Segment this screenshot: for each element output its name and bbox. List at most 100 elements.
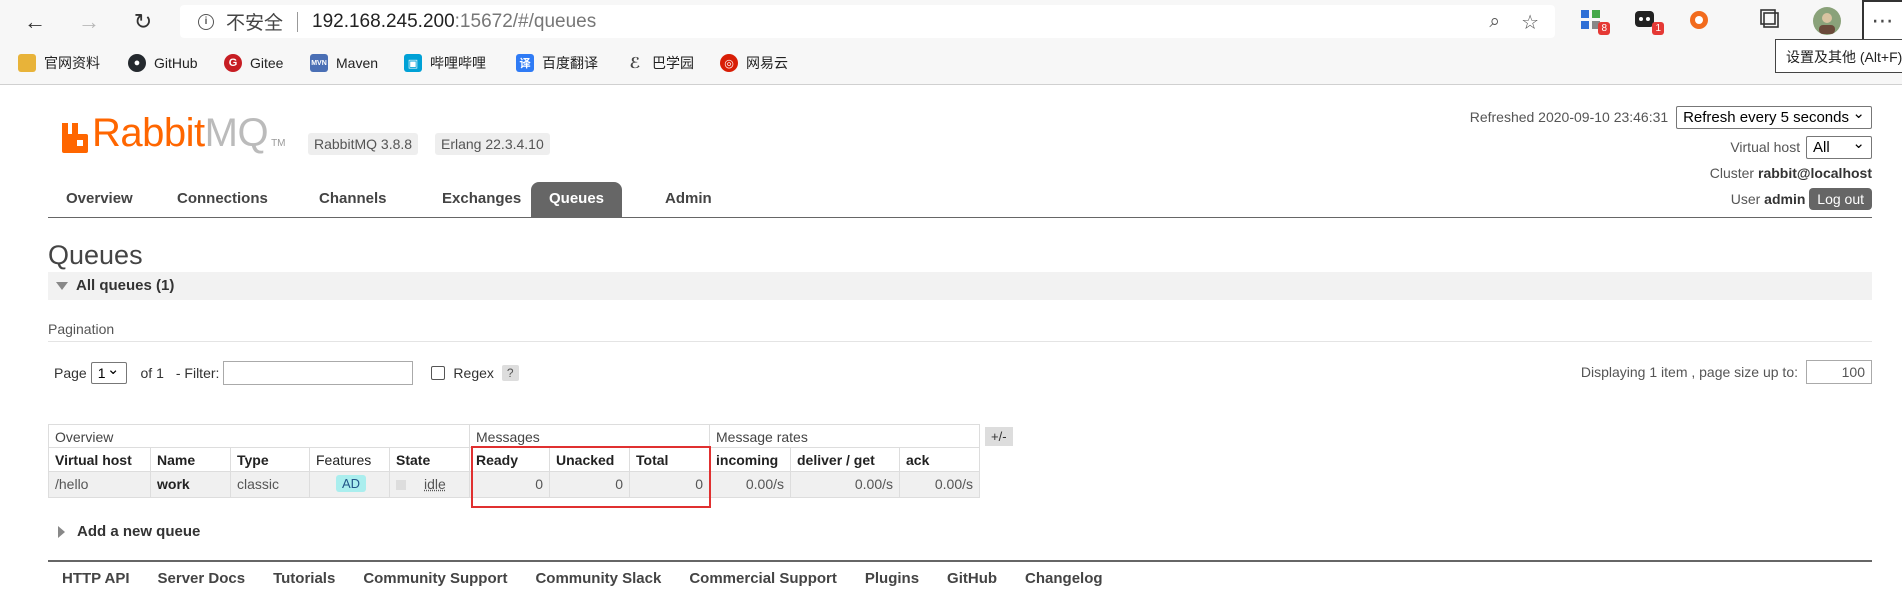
url-text[interactable]: 192.168.245.200:15672/#/queues	[312, 11, 596, 33]
translate-icon: 译	[516, 54, 534, 72]
tab-channels[interactable]: Channels	[301, 182, 405, 217]
col-total[interactable]: Total	[630, 448, 710, 472]
footer-plugins[interactable]: Plugins	[865, 570, 919, 587]
cell-ready: 0	[470, 472, 550, 498]
col-type[interactable]: Type	[231, 448, 310, 472]
folder-icon	[18, 54, 36, 72]
cluster-label: Cluster	[1709, 165, 1755, 181]
footer-http-api[interactable]: HTTP API	[62, 570, 130, 587]
tab-admin[interactable]: Admin	[647, 182, 730, 217]
bookmark-item[interactable]: G Gitee	[224, 51, 283, 75]
bookmark-item[interactable]: MVN Maven	[310, 51, 378, 75]
filter-input[interactable]	[223, 361, 414, 385]
vhost-select[interactable]: All	[1806, 134, 1872, 159]
bookmark-item[interactable]: ● GitHub	[128, 51, 198, 75]
logo-tm: TM	[271, 138, 286, 149]
queue-name-link[interactable]: work	[151, 472, 231, 498]
add-queue-toggle[interactable]: Add a new queue	[58, 523, 200, 540]
refresh-interval-select[interactable]: Refresh every 5 seconds	[1676, 104, 1872, 129]
rabbitmq-version: RabbitMQ 3.8.8	[308, 133, 419, 155]
refresh-row: Refreshed 2020-09-10 23:46:31 Refresh ev…	[1469, 104, 1872, 129]
erlang-version: Erlang 22.3.4.10	[435, 133, 550, 155]
footer-commercial-support[interactable]: Commercial Support	[689, 570, 837, 587]
page-size-input[interactable]: 100	[1806, 360, 1872, 384]
vhost-row: Virtual host All	[1730, 134, 1872, 159]
security-label: 不安全	[226, 13, 284, 34]
tab-exchanges[interactable]: Exchanges	[424, 182, 539, 217]
table-row[interactable]: /hello work classic AD idle 0 0 0 0.00/s…	[48, 472, 980, 498]
pagination-label: Pagination	[48, 321, 115, 337]
site-info-icon[interactable]: i	[198, 13, 214, 30]
orange-circle-icon[interactable]	[1688, 9, 1712, 33]
profile-avatar[interactable]	[1812, 6, 1842, 36]
footer-links: HTTP API Server Docs Tutorials Community…	[62, 570, 1131, 587]
rabbitmq-logo: RabbitMQ TM	[62, 113, 286, 153]
collections-icon[interactable]	[1760, 9, 1784, 33]
refresh-icon[interactable]: ↻	[128, 7, 158, 37]
footer-changelog[interactable]: Changelog	[1025, 570, 1103, 587]
forward-arrow-icon[interactable]: →	[74, 7, 104, 37]
bookmark-label: 巴学园	[652, 55, 694, 71]
footer-tutorials[interactable]: Tutorials	[273, 570, 335, 587]
bookmark-item[interactable]: ◎ 网易云	[720, 51, 788, 75]
back-arrow-icon[interactable]: ←	[20, 7, 50, 37]
state-label: idle	[424, 476, 446, 492]
table-group-header: Overview Messages Message rates	[48, 424, 980, 448]
tab-overview[interactable]: Overview	[48, 182, 151, 217]
displaying-label: Displaying 1 item , page size up to:	[1580, 364, 1798, 380]
col-unacked[interactable]: Unacked	[550, 448, 630, 472]
col-name[interactable]: Name	[151, 448, 231, 472]
col-virtual-host[interactable]: Virtual host	[49, 448, 151, 472]
group-overview: Overview	[49, 425, 470, 448]
tab-connections[interactable]: Connections	[159, 182, 286, 217]
address-bar[interactable]: i 不安全 192.168.245.200:15672/#/queues ⌕ ☆	[180, 5, 1555, 38]
column-toggle-button[interactable]: +/-	[985, 427, 1013, 446]
cell-incoming: 0.00/s	[710, 472, 791, 498]
logo-text: RabbitMQ	[92, 111, 269, 155]
refreshed-label: Refreshed 2020-09-10 23:46:31	[1469, 109, 1669, 125]
help-button[interactable]: ?	[501, 365, 519, 381]
col-state[interactable]: State	[390, 448, 470, 472]
bxy-icon: ℰ	[629, 55, 641, 72]
footer-server-docs[interactable]: Server Docs	[158, 570, 246, 587]
collapse-triangle-icon	[56, 282, 68, 290]
regex-checkbox[interactable]	[431, 366, 446, 380]
pagination-controls: Page 1 of 1 - Filter: Regex ?	[54, 360, 519, 385]
col-ack[interactable]: ack	[900, 448, 980, 472]
cluster-value: rabbit@localhost	[1758, 165, 1872, 181]
col-deliver-get[interactable]: deliver / get	[791, 448, 900, 472]
page-size-row: Displaying 1 item , page size up to: 100	[1581, 360, 1872, 384]
add-queue-label: Add a new queue	[77, 523, 201, 540]
tab-queues[interactable]: Queues	[531, 182, 623, 217]
netease-icon: ◎	[720, 54, 738, 72]
favorite-star-icon[interactable]: ☆	[1521, 10, 1539, 35]
grid-app-icon[interactable]: 8	[1580, 9, 1610, 35]
chat-icon[interactable]: 1	[1634, 9, 1664, 35]
cell-unacked: 0	[550, 472, 630, 498]
page-select[interactable]: 1	[90, 360, 127, 384]
github-icon: ●	[128, 54, 146, 72]
more-menu-icon[interactable]: ⋯	[1862, 0, 1902, 42]
bookmark-item[interactable]: ▣ 哔哩哔哩	[404, 51, 486, 75]
col-ready[interactable]: Ready	[470, 448, 550, 472]
logo-rabbit: Rabbit	[92, 111, 205, 155]
cell-features: AD	[310, 472, 390, 498]
cell-vhost: /hello	[49, 472, 151, 498]
all-queues-toggle[interactable]: All queues (1)	[48, 272, 1872, 300]
zoom-icon[interactable]: ⌕	[1489, 11, 1500, 33]
browser-toolbar: ← → ↻ i 不安全 192.168.245.200:15672/#/queu…	[0, 0, 1902, 43]
expand-triangle-icon	[58, 525, 65, 538]
bookmark-item[interactable]: ℰ 巴学园	[626, 51, 694, 75]
col-incoming[interactable]: incoming	[710, 448, 791, 472]
address-divider	[297, 11, 299, 32]
footer-community-support[interactable]: Community Support	[363, 570, 507, 587]
footer-divider	[48, 560, 1872, 562]
footer-github[interactable]: GitHub	[947, 570, 997, 587]
bookmark-item[interactable]: 官网资料	[18, 51, 100, 75]
url-host: 192.168.245.200	[312, 10, 455, 32]
bookmark-item[interactable]: 译百度翻译	[516, 51, 598, 75]
menu-tooltip: 设置及其他 (Alt+F)	[1775, 39, 1902, 73]
cell-state: idle	[390, 472, 470, 498]
state-indicator-icon	[396, 480, 406, 491]
footer-community-slack[interactable]: Community Slack	[535, 570, 661, 587]
